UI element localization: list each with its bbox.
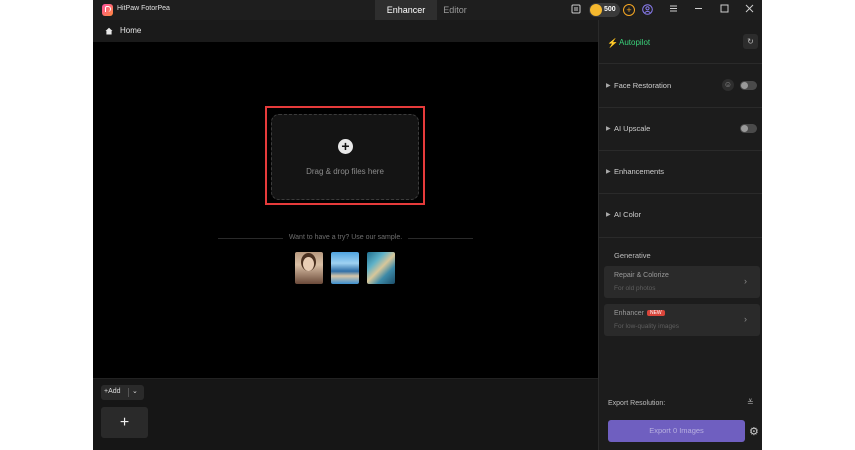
card-title: Enhancer NEW [614, 310, 665, 317]
section-label: AI Color [614, 210, 642, 219]
chevron-down-icon[interactable]: ⌄ [132, 387, 138, 395]
add-file-icon[interactable]: + [338, 139, 353, 154]
caret-right-icon: ▶ [606, 212, 611, 218]
app-title: HitPaw FotorPea [117, 5, 170, 12]
add-label-text: Add [108, 388, 121, 395]
add-button-label: +Add [104, 388, 121, 395]
credits-count: 500 [604, 6, 616, 13]
sample-thumbnail-aerial[interactable] [367, 252, 395, 284]
notes-icon[interactable] [570, 4, 582, 16]
app-logo-icon [102, 4, 113, 16]
settings-panel: ⚡ Autopilot ↻ ▶ Face Restoration ☺ ▶ AI … [598, 20, 762, 450]
minimize-icon[interactable] [692, 4, 704, 16]
autopilot-label: Autopilot [619, 38, 651, 47]
sample-thumbnail-coast[interactable] [331, 252, 359, 284]
section-label: Enhancements [614, 167, 665, 176]
sample-prompt: Want to have a try? Use our sample. [288, 234, 403, 241]
breadcrumb: Home [93, 20, 598, 42]
card-title-text: Enhancer [614, 310, 644, 317]
export-resolution-label: Export Resolution: [608, 400, 666, 407]
coin-icon [590, 4, 602, 16]
autopilot-row[interactable]: ⚡ Autopilot ↻ [599, 20, 762, 64]
section-ai-color[interactable]: ▶ AI Color [599, 194, 762, 238]
menu-icon[interactable] [667, 4, 679, 16]
add-separator [128, 388, 129, 397]
enhancer-card[interactable]: Enhancer NEW For low-quality images › [604, 304, 760, 336]
tab-editor[interactable]: Editor [437, 0, 473, 20]
section-label: Face Restoration [614, 81, 672, 90]
sample-thumbnail-portrait[interactable] [295, 252, 323, 284]
bottom-bar: +Add ⌄ + [93, 378, 598, 450]
maximize-icon[interactable] [718, 4, 730, 16]
new-badge: NEW [646, 310, 665, 317]
app-window: HitPaw FotorPea Enhancer Editor 500 + Ho… [93, 0, 762, 450]
home-icon[interactable] [105, 27, 113, 35]
card-subtitle: For old photos [614, 285, 656, 292]
section-label: AI Upscale [614, 124, 651, 133]
card-subtitle: For low-quality images [614, 323, 680, 330]
credits-badge[interactable]: 500 [589, 3, 620, 17]
section-face-restoration[interactable]: ▶ Face Restoration ☺ [599, 64, 762, 108]
card-title: Repair & Colorize [614, 272, 669, 279]
account-icon[interactable] [641, 4, 653, 16]
ai-upscale-toggle[interactable] [740, 124, 757, 133]
lightning-icon: ⚡ [607, 38, 619, 48]
breadcrumb-home[interactable]: Home [120, 26, 141, 35]
title-bar: HitPaw FotorPea Enhancer Editor 500 + [93, 0, 762, 20]
generative-heading: Generative [614, 251, 651, 260]
tab-enhancer[interactable]: Enhancer [375, 0, 437, 20]
section-ai-upscale[interactable]: ▶ AI Upscale [599, 108, 762, 151]
chevron-right-icon: › [744, 314, 747, 324]
export-button[interactable]: Export 0 Images [608, 420, 745, 442]
chevron-right-icon: › [744, 276, 747, 286]
add-credits-icon[interactable]: + [623, 4, 635, 16]
repair-colorize-card[interactable]: Repair & Colorize For old photos › [604, 266, 760, 298]
add-image-tile[interactable]: + [101, 407, 148, 438]
dropzone-label: Drag & drop files here [306, 167, 384, 176]
face-restoration-toggle[interactable] [740, 81, 757, 90]
close-icon[interactable] [743, 4, 755, 16]
add-button[interactable]: +Add ⌄ [101, 385, 144, 400]
section-enhancements[interactable]: ▶ Enhancements [599, 151, 762, 194]
caret-right-icon: ▶ [606, 169, 611, 175]
face-icon[interactable]: ☺ [722, 79, 734, 91]
main-canvas: + Drag & drop files here Want to have a … [93, 42, 598, 378]
caret-right-icon: ▶ [606, 126, 611, 132]
double-chevron-down-icon[interactable]: ≚ [747, 398, 754, 407]
gear-icon[interactable]: ⚙ [749, 425, 759, 438]
refresh-icon[interactable]: ↻ [743, 34, 758, 49]
file-dropzone[interactable]: + Drag & drop files here [271, 114, 419, 200]
caret-right-icon: ▶ [606, 83, 611, 89]
